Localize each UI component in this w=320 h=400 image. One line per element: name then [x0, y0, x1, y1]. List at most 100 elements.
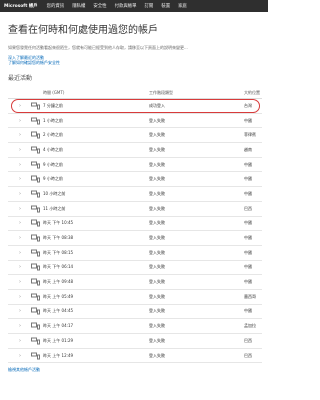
chevron-right-icon[interactable]: ›: [19, 103, 21, 109]
row-type: 登入失敗: [149, 337, 165, 343]
brand-title[interactable]: Microsoft 帳戶: [0, 3, 43, 9]
chevron-right-icon[interactable]: ›: [19, 147, 21, 153]
nav-item-family[interactable]: 家庭: [174, 3, 191, 9]
row-date: 7 分鐘之前: [43, 102, 63, 108]
table-row[interactable]: › 昨天 下午 08:38 登入失敗 中國: [8, 231, 262, 246]
help-links: 深入了解最近的活動 了解如何確認您的帳戶安全性: [8, 55, 262, 65]
row-location: 孟加拉: [244, 323, 256, 329]
header-type: 工作階段類型: [149, 90, 173, 95]
row-location: 巴西: [244, 352, 252, 358]
device-icon: [31, 146, 40, 154]
device-icon: [31, 219, 40, 227]
row-location: 中國: [244, 190, 252, 196]
table-row[interactable]: › 昨天 下午 06:14 登入失敗 中國: [8, 261, 262, 276]
device-icon: [31, 131, 40, 139]
nav-item-privacy[interactable]: 隱私權: [68, 3, 89, 9]
row-location: 巴西: [244, 205, 252, 211]
row-location: 中國: [244, 117, 252, 123]
nav-item-subscriptions[interactable]: 訂閱: [141, 3, 158, 9]
row-type: 登入失敗: [149, 190, 165, 196]
device-icon: [31, 293, 40, 301]
account-security-link[interactable]: 了解如何確認您的帳戶安全性: [8, 60, 262, 65]
chevron-right-icon[interactable]: ›: [19, 162, 21, 168]
row-location: 台灣: [244, 102, 252, 108]
device-icon: [31, 175, 40, 183]
row-date: 昨天 上午 04:45: [43, 308, 74, 314]
row-date: 昨天 上午 01:29: [43, 337, 74, 343]
table-row[interactable]: › 昨天 上午 04:17 登入失敗 孟加拉: [8, 319, 262, 334]
row-type: 登入失敗: [149, 220, 165, 226]
row-type: 登入失敗: [149, 293, 165, 299]
chevron-right-icon[interactable]: ›: [19, 308, 21, 314]
intro-text: 如果您發覺任何活動看起來很陌生，您就有可能已經受到他人存取，請移至以下頁面上的說…: [8, 45, 188, 50]
row-type: 登入失敗: [149, 146, 165, 152]
table-row[interactable]: › 4 小時之前 登入失敗 越南: [8, 143, 262, 158]
table-body: › 7 分鐘之前 成功登入 台灣 › 1 小時之前 登入失敗 中國 › 2 小時之前 登入失敗 菲律賓…: [8, 99, 262, 364]
table-row[interactable]: › 昨天 上午 01:29 登入失敗 巴西: [8, 334, 262, 349]
table-row[interactable]: › 11 小時之前 登入失敗 巴西: [8, 202, 262, 217]
table-row[interactable]: › 7 分鐘之前 成功登入 台灣: [8, 99, 262, 114]
row-location: 中國: [244, 176, 252, 182]
device-icon: [31, 102, 40, 110]
chevron-right-icon[interactable]: ›: [19, 250, 21, 256]
activity-table: 時間 (GMT) 工作階段類型 大約位置 › 7 分鐘之前 成功登入 台灣 › 1 小時之…: [8, 88, 262, 364]
row-type: 登入失敗: [149, 132, 165, 138]
table-row[interactable]: › 昨天 上午 05:49 登入失敗 墨西哥: [8, 290, 262, 305]
top-navigation-bar: Microsoft 帳戶 您的資訊 隱私權 安全性 付款與帳單 訂閱 裝置 家庭: [0, 0, 268, 12]
device-icon: [31, 307, 40, 315]
table-row[interactable]: › 昨天 下午 10:45 登入失敗 中國: [8, 217, 262, 232]
row-type: 登入失敗: [149, 235, 165, 241]
table-row[interactable]: › 10 小時之前 登入失敗 中國: [8, 187, 262, 202]
chevron-right-icon[interactable]: ›: [19, 191, 21, 197]
chevron-right-icon[interactable]: ›: [19, 118, 21, 124]
chevron-right-icon[interactable]: ›: [19, 279, 21, 285]
row-location: 墨西哥: [244, 293, 256, 299]
main-content: 查看在何時和何處使用過您的帳戶 如果您發覺任何活動看起來很陌生，您就有可能已經受…: [0, 25, 268, 372]
nav-item-security[interactable]: 安全性: [89, 3, 110, 9]
table-row[interactable]: › 昨天 上午 09:48 登入失敗 中國: [8, 275, 262, 290]
table-row[interactable]: › 9 小時之前 登入失敗 中國: [8, 172, 262, 188]
table-row[interactable]: › 2 小時之前 登入失敗 菲律賓: [8, 128, 262, 144]
row-location: 中國: [244, 279, 252, 285]
header-location: 大約位置: [244, 90, 260, 95]
chevron-right-icon[interactable]: ›: [19, 353, 21, 359]
row-type: 登入失敗: [149, 323, 165, 329]
chevron-right-icon[interactable]: ›: [19, 294, 21, 300]
header-date: 時間 (GMT): [43, 90, 65, 95]
row-location: 中國: [244, 308, 252, 314]
row-type: 成功登入: [149, 102, 165, 108]
chevron-right-icon[interactable]: ›: [19, 235, 21, 241]
chevron-right-icon[interactable]: ›: [19, 206, 21, 212]
footer: 檢視其他帳戶活動: [8, 367, 262, 372]
device-icon: [31, 352, 40, 360]
device-icon: [31, 234, 40, 242]
nav-item-payment[interactable]: 付款與帳單: [111, 3, 141, 9]
row-date: 昨天 上午 04:17: [43, 323, 74, 329]
table-header: 時間 (GMT) 工作階段類型 大約位置: [8, 88, 262, 99]
device-icon: [31, 117, 40, 125]
chevron-right-icon[interactable]: ›: [19, 323, 21, 329]
row-date: 昨天 上午 09:48: [43, 279, 74, 285]
device-icon: [31, 278, 40, 286]
device-icon: [31, 161, 40, 169]
table-row[interactable]: › 9 小時之前 登入失敗 中國: [8, 158, 262, 173]
chevron-right-icon[interactable]: ›: [19, 132, 21, 138]
row-type: 登入失敗: [149, 205, 165, 211]
row-date: 昨天 下午 06:14: [43, 264, 74, 270]
nav-item-devices[interactable]: 裝置: [157, 3, 174, 9]
nav-item-info[interactable]: 您的資訊: [43, 3, 69, 9]
row-location: 中國: [244, 235, 252, 241]
chevron-right-icon[interactable]: ›: [19, 176, 21, 182]
row-date: 4 小時之前: [43, 146, 63, 152]
chevron-right-icon[interactable]: ›: [19, 220, 21, 226]
row-date: 昨天 上午 12:49: [43, 352, 74, 358]
row-type: 登入失敗: [149, 279, 165, 285]
table-row[interactable]: › 昨天 下午 08:15 登入失敗 中國: [8, 246, 262, 261]
table-row[interactable]: › 昨天 上午 12:49 登入失敗 巴西: [8, 349, 262, 364]
chevron-right-icon[interactable]: ›: [19, 338, 21, 344]
table-row[interactable]: › 1 小時之前 登入失敗 中國: [8, 114, 262, 129]
row-type: 登入失敗: [149, 161, 165, 167]
table-row[interactable]: › 昨天 上午 04:45 登入失敗 中國: [8, 305, 262, 320]
chevron-right-icon[interactable]: ›: [19, 264, 21, 270]
other-activity-link[interactable]: 檢視其他帳戶活動: [8, 367, 262, 372]
